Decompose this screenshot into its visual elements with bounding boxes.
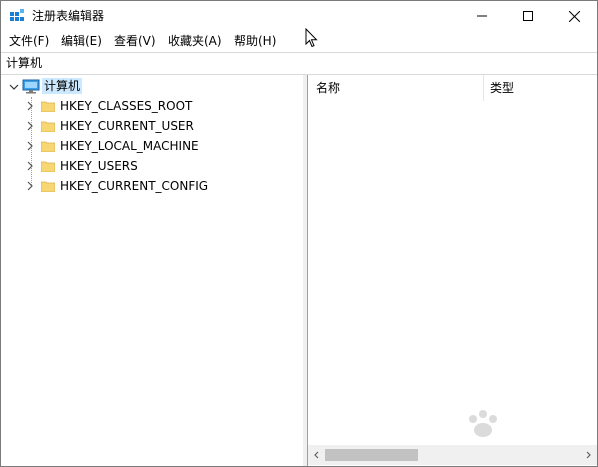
minimize-button[interactable] <box>459 1 505 31</box>
menu-edit[interactable]: 编辑(E) <box>61 33 102 49</box>
chevron-right-icon[interactable] <box>25 181 35 191</box>
watermark-paw-icon <box>469 410 497 437</box>
chevron-right-icon <box>586 451 591 459</box>
key-tree-pane[interactable]: 计算机 HKEY_CLASSES_ROOT HKEY_CURRENT_USER … <box>1 75 304 466</box>
scroll-left-button[interactable] <box>311 449 323 461</box>
tree-item-label: HKEY_CURRENT_CONFIG <box>60 179 209 193</box>
menu-view[interactable]: 查看(V) <box>114 33 156 49</box>
tree-item-label: HKEY_CURRENT_USER <box>60 119 194 133</box>
computer-icon <box>22 79 40 94</box>
chevron-left-icon <box>314 451 319 459</box>
column-header-name[interactable]: 名称 <box>316 75 340 101</box>
folder-icon <box>41 141 55 152</box>
maximize-icon <box>523 11 533 21</box>
maximize-button[interactable] <box>505 1 551 31</box>
scrollbar-thumb[interactable] <box>325 449 418 461</box>
menu-help[interactable]: 帮助(H) <box>234 33 276 49</box>
folder-icon <box>41 101 55 112</box>
regedit-window: 注册表编辑器 文件(F) 编辑(E) 查看(V) 收藏夹(A) 帮助(H) 计算… <box>0 0 598 467</box>
tree-item-label: HKEY_CLASSES_ROOT <box>60 99 193 113</box>
chevron-right-icon[interactable] <box>25 101 35 111</box>
address-bar[interactable]: 计算机 <box>1 52 597 75</box>
column-header-type[interactable]: 类型 <box>490 75 514 101</box>
tree-item-label: HKEY_USERS <box>60 159 138 173</box>
menu-file[interactable]: 文件(F) <box>9 33 49 49</box>
folder-icon <box>41 181 55 192</box>
address-path: 计算机 <box>6 56 43 70</box>
horizontal-scrollbar[interactable] <box>308 445 597 465</box>
close-icon <box>568 10 580 22</box>
folder-icon <box>41 161 55 172</box>
chevron-right-icon[interactable] <box>25 161 35 171</box>
chevron-right-icon[interactable] <box>25 141 35 151</box>
menu-favorites[interactable]: 收藏夹(A) <box>168 33 222 49</box>
regedit-icon <box>10 9 24 21</box>
close-button[interactable] <box>551 1 597 31</box>
mouse-cursor-icon <box>305 28 318 48</box>
chevron-down-icon[interactable] <box>9 82 19 92</box>
title-bar[interactable]: 注册表编辑器 <box>1 1 597 31</box>
folder-icon <box>41 121 55 132</box>
scroll-right-button[interactable] <box>582 449 594 461</box>
tree-item-label: HKEY_LOCAL_MACHINE <box>60 139 199 153</box>
window-title: 注册表编辑器 <box>32 9 105 23</box>
chevron-right-icon[interactable] <box>25 121 35 131</box>
tree-root-computer[interactable]: 计算机 <box>42 78 83 94</box>
menu-bar: 文件(F) 编辑(E) 查看(V) 收藏夹(A) 帮助(H) <box>1 31 597 51</box>
minimize-icon <box>477 15 487 17</box>
column-separator[interactable] <box>483 75 484 101</box>
